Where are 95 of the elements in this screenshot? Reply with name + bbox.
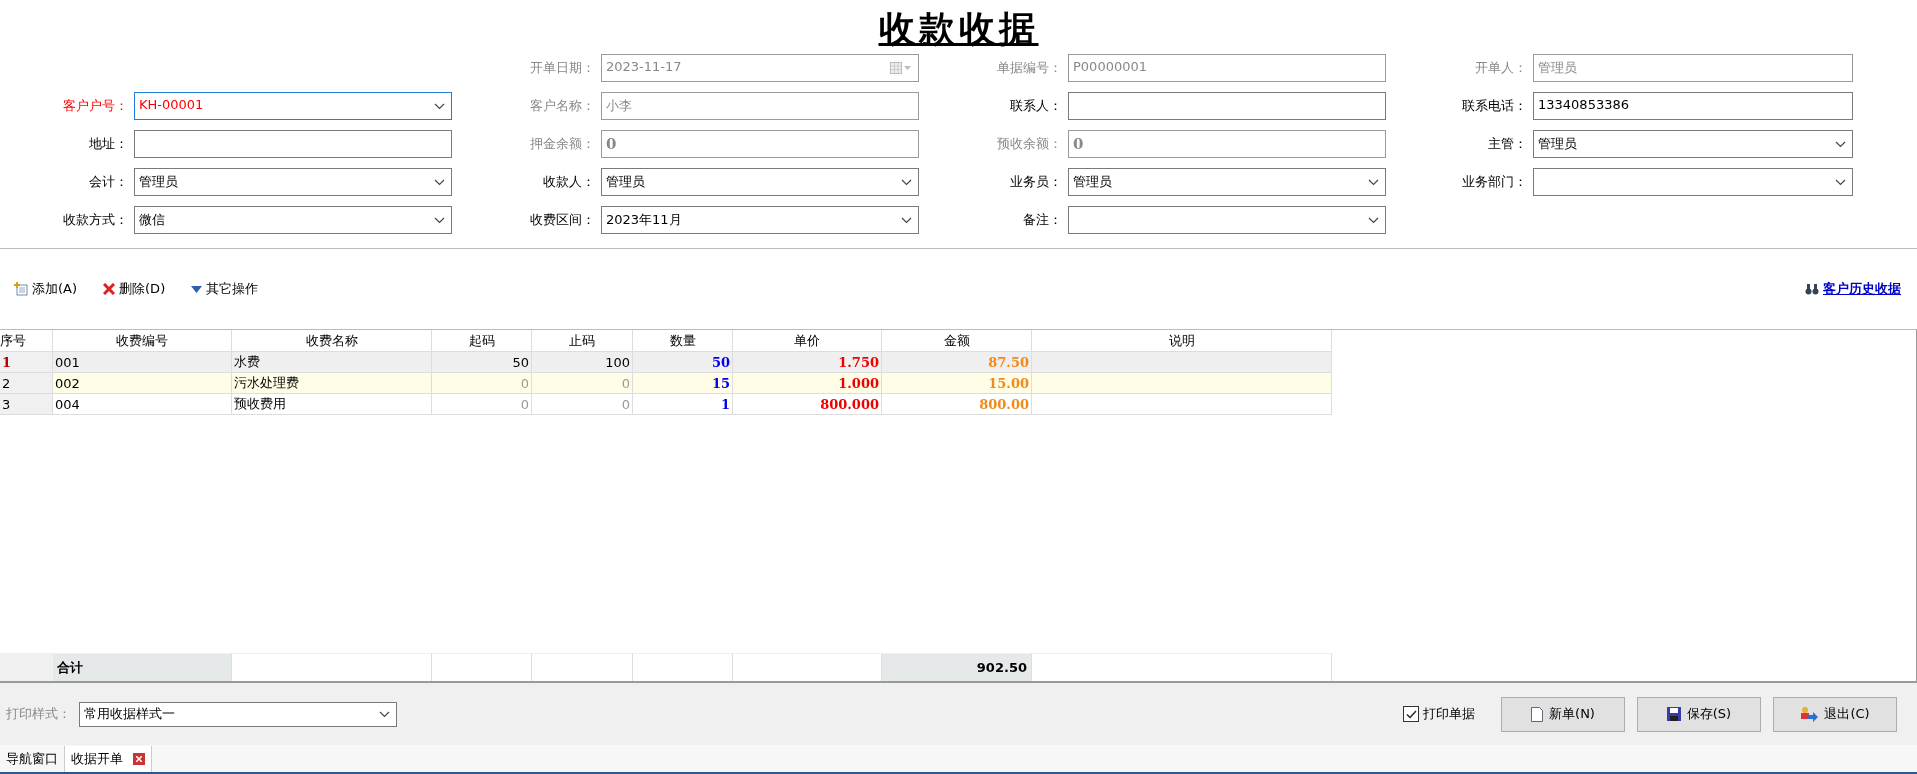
table-cell: 0 xyxy=(532,373,633,394)
table-cell: 0 xyxy=(432,373,532,394)
table-cell: 1 xyxy=(633,394,733,415)
field-label: 地址： xyxy=(88,135,128,153)
print-style-label: 打印样式： xyxy=(6,705,71,723)
table-cell: 0 xyxy=(532,394,633,415)
field-label: 押金余额： xyxy=(529,135,595,153)
table-cell: 004 xyxy=(53,394,232,415)
dropdown-field[interactable]: 2023年11月 xyxy=(601,206,919,234)
table-cell: 15 xyxy=(633,373,733,394)
field-label: 收款人： xyxy=(542,173,595,191)
field-label: 会计： xyxy=(88,173,128,191)
field-label: 开单人： xyxy=(1474,59,1527,77)
dropdown-caret-icon[interactable] xyxy=(901,178,912,186)
field-label: 联系电话： xyxy=(1461,97,1527,115)
dropdown-caret-icon[interactable] xyxy=(1835,178,1846,186)
table-cell: 预收费用 xyxy=(232,394,432,415)
close-icon[interactable] xyxy=(133,753,145,765)
column-header: 序号 xyxy=(0,330,53,352)
input-field[interactable] xyxy=(1068,92,1386,120)
table-cell: 100 xyxy=(532,352,633,373)
dropdown-caret-icon[interactable] xyxy=(434,102,445,110)
table-cell: 污水处理费 xyxy=(232,373,432,394)
dropdown-field[interactable]: KH-00001 xyxy=(134,92,452,120)
input-field[interactable] xyxy=(134,130,452,158)
dropdown-caret-icon[interactable] xyxy=(434,216,445,224)
table-cell: 50 xyxy=(633,352,733,373)
table-cell: 800.000 xyxy=(733,394,882,415)
dropdown-field[interactable]: 管理员 xyxy=(134,168,452,196)
table-cell: 002 xyxy=(53,373,232,394)
table-cell: 水费 xyxy=(232,352,432,373)
column-header: 收费名称 xyxy=(232,330,432,352)
field-label: 客户名称： xyxy=(529,97,595,115)
blank-document-icon xyxy=(1531,706,1544,722)
dropdown-field[interactable] xyxy=(1068,206,1386,234)
dropdown-field[interactable] xyxy=(1533,168,1853,196)
column-header: 起码 xyxy=(432,330,532,352)
field-label: 业务员： xyxy=(1009,173,1062,191)
field-label: 备注： xyxy=(1022,211,1062,229)
field-label: 业务部门： xyxy=(1461,173,1527,191)
table-cell: 15.00 xyxy=(882,373,1032,394)
dropdown-caret-icon[interactable] xyxy=(434,178,445,186)
tab[interactable]: 收据开单 xyxy=(65,746,152,772)
column-header: 说明 xyxy=(1032,330,1332,352)
history-link[interactable]: 客户历史收据 xyxy=(1805,280,1901,298)
row-number: 2 xyxy=(0,373,53,394)
table-cell: 800.00 xyxy=(882,394,1032,415)
total-label: 合计 xyxy=(53,654,232,681)
table-cell: 001 xyxy=(53,352,232,373)
dropdown-triangle-icon xyxy=(191,285,203,293)
dropdown-caret-icon[interactable] xyxy=(379,710,390,718)
dropdown-caret-icon[interactable] xyxy=(1835,140,1846,148)
new-button[interactable]: 新单(N) xyxy=(1501,696,1625,732)
row-number: 1 xyxy=(0,352,53,373)
delete-button[interactable]: 删除(D) xyxy=(103,280,166,298)
dropdown-caret-icon[interactable] xyxy=(1368,216,1379,224)
total-amount: 902.50 xyxy=(882,654,1032,681)
table-cell: 50 xyxy=(432,352,532,373)
dropdown-caret-icon[interactable] xyxy=(901,216,912,224)
dropdown-field[interactable]: 微信 xyxy=(134,206,452,234)
dropdown-field[interactable]: 管理员 xyxy=(1533,130,1853,158)
print-receipt-checkbox[interactable]: 打印单据 xyxy=(1403,705,1475,723)
field-label: 客户户号： xyxy=(62,97,128,115)
field-label: 收费区间： xyxy=(529,211,595,229)
column-header: 数量 xyxy=(633,330,733,352)
print-style-dropdown[interactable]: 常用收据样式一 xyxy=(79,701,397,727)
users-arrow-icon xyxy=(1800,706,1819,722)
delete-icon xyxy=(103,283,116,295)
dropdown-caret-icon[interactable] xyxy=(1368,178,1379,186)
checkmark-icon xyxy=(1405,709,1417,719)
add-button[interactable]: 添加(A) xyxy=(14,280,78,298)
add-document-icon xyxy=(14,282,28,296)
column-header: 收费编号 xyxy=(53,330,232,352)
column-header: 止码 xyxy=(532,330,633,352)
dropdown-field[interactable]: 管理员 xyxy=(601,168,919,196)
input-field[interactable]: 13340853386 xyxy=(1533,92,1853,120)
column-header: 金额 xyxy=(882,330,1032,352)
page-title: 收款收据 xyxy=(878,6,1039,50)
exit-button[interactable]: 退出(C) xyxy=(1773,696,1897,732)
field-label: 主管： xyxy=(1487,135,1527,153)
table-cell: 1.750 xyxy=(733,352,882,373)
table-cell: 0 xyxy=(432,394,532,415)
more-actions-button[interactable]: 其它操作 xyxy=(191,280,259,298)
dropdown-field[interactable]: 管理员 xyxy=(1068,168,1386,196)
table-cell: 87.50 xyxy=(882,352,1032,373)
field-label: 单据编号： xyxy=(996,59,1062,77)
save-button[interactable]: 保存(S) xyxy=(1637,696,1761,732)
table-cell: 1.000 xyxy=(733,373,882,394)
row-number: 3 xyxy=(0,394,53,415)
column-header: 单价 xyxy=(733,330,882,352)
binoculars-icon xyxy=(1805,283,1819,295)
field-label: 收款方式： xyxy=(62,211,128,229)
field-label: 预收余额： xyxy=(996,135,1062,153)
field-label: 联系人： xyxy=(1009,97,1062,115)
field-label: 开单日期： xyxy=(529,59,595,77)
